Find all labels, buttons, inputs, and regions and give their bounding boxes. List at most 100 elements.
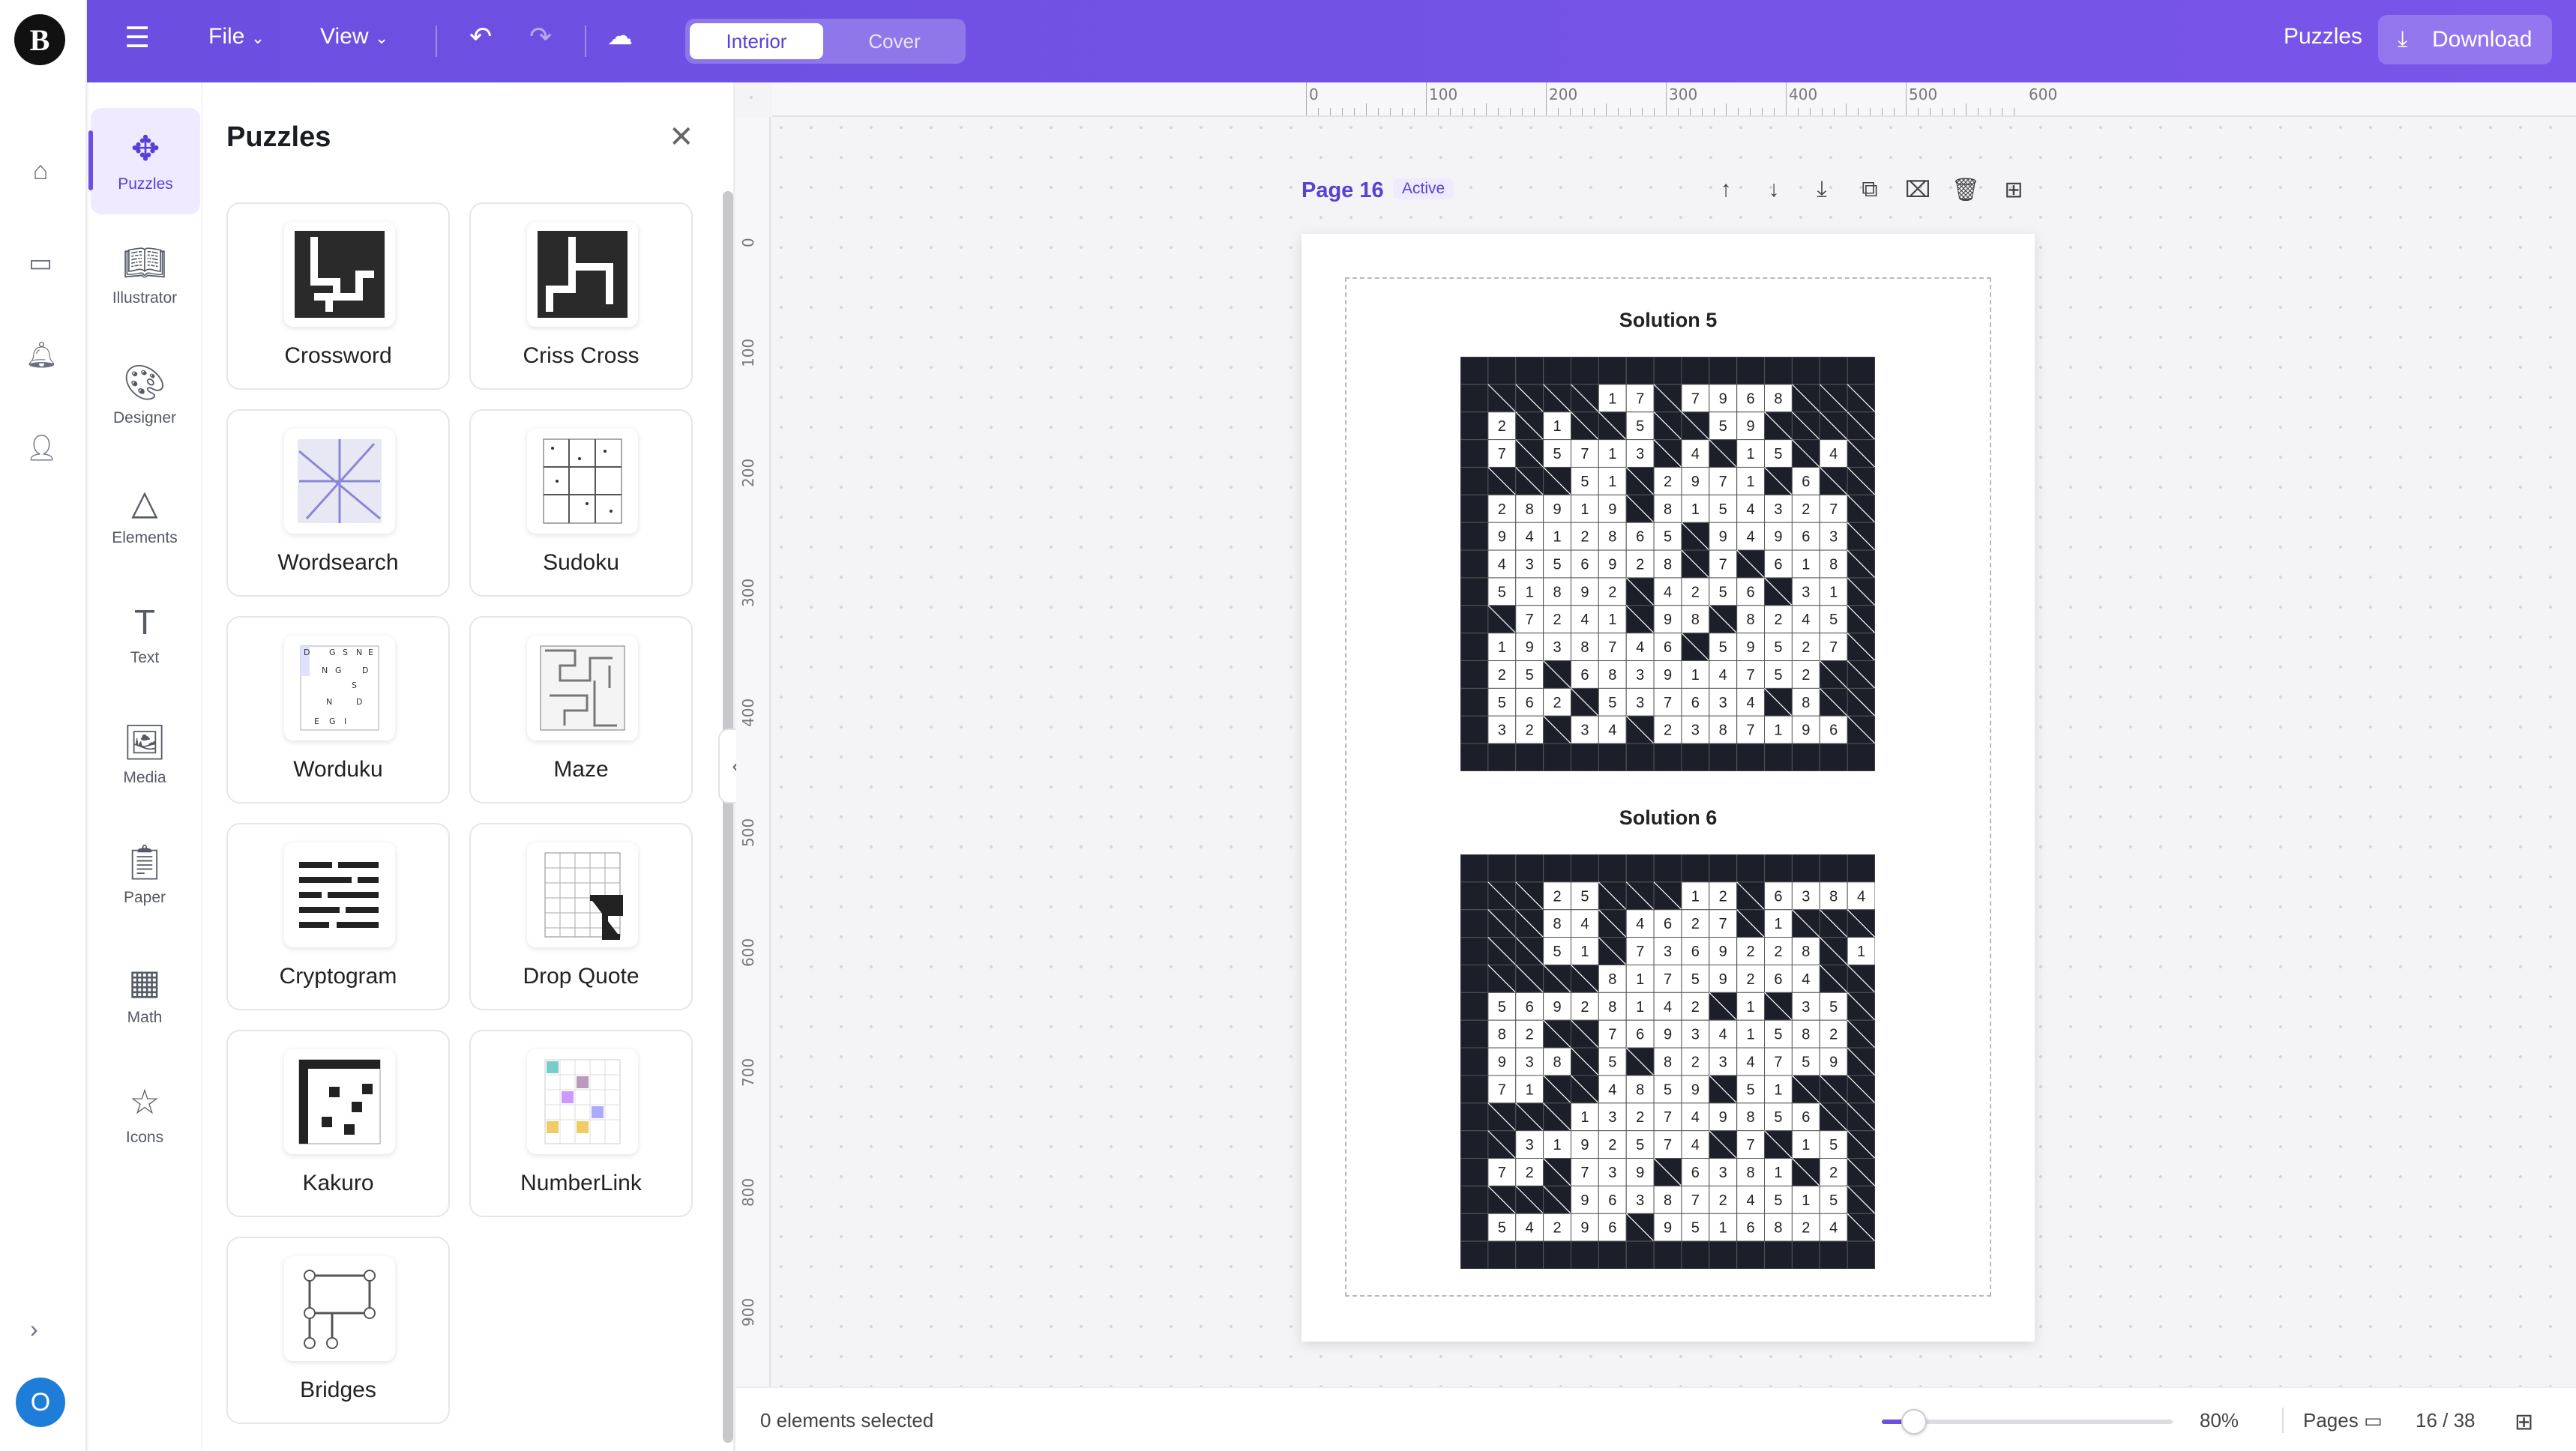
answer-digit: 1 (1747, 999, 1755, 1016)
answer-digit: 1 (1526, 584, 1534, 600)
move-down-icon[interactable]: ↓ (1759, 177, 1789, 202)
puzzle-card-worduku[interactable]: DGSNENGDSNDEGI Worduku (226, 616, 450, 803)
trash-icon[interactable]: 🗑︎ (1951, 177, 1981, 203)
nav-item-paper[interactable]: 📋︎ Paper (88, 841, 201, 907)
answer-digit: 1 (1636, 999, 1644, 1016)
calculator-icon: ▦ (128, 962, 161, 1001)
kakuro-solution-grid[interactable]: 1 7 7 9 6 8 2 1 5 5 9 7 5 7 1 3 4 1 5 4 5 1 2 9 7 1 6 2 8 9 1 9 8 1 5 4 3 2 7 9… (1460, 357, 1875, 771)
ruler-tick (1798, 108, 1799, 115)
puzzle-card-maze[interactable]: Maze (469, 616, 693, 803)
answer-digit: 8 (1553, 916, 1561, 932)
svg-text:E: E (314, 717, 319, 726)
undo-icon[interactable]: ↶ (469, 21, 492, 52)
nav-item-icons[interactable]: ☆ Icons (88, 1081, 201, 1147)
app-logo[interactable]: B (14, 14, 65, 65)
menu-icon[interactable]: ☰ (124, 21, 150, 55)
kakuro-solution-grid[interactable]: 2 5 1 2 6 3 8 48 4 4 6 2 7 15 1 7 3 6 9 2 2 8 18 1 7 5 9 2 6 45 6 9 2 8 1 4… (1460, 854, 1875, 1269)
answer-digit: 1 (1719, 1220, 1727, 1237)
answer-digit: 7 (1608, 639, 1616, 656)
clue-cell (1487, 743, 1517, 771)
nav-item-media[interactable]: 🖼︎ Media (88, 721, 201, 787)
answer-digit: 9 (1691, 474, 1700, 490)
answer-digit: 9 (1829, 1055, 1838, 1071)
answer-digit: 1 (1747, 446, 1755, 462)
numberlink-thumbnail (527, 1049, 638, 1154)
view-menu[interactable]: View ⌄ (320, 24, 388, 49)
user-icon[interactable]: 👤︎ (25, 433, 58, 463)
add-page-icon[interactable]: ⊞ (1999, 177, 2029, 203)
answer-digit: 8 (1829, 557, 1838, 573)
download-button[interactable]: ⤓ Download (2378, 15, 2552, 64)
answer-digit: 9 (1580, 1192, 1589, 1209)
clue-cell (1847, 1240, 1875, 1269)
cloud-save-icon[interactable]: ☁ (607, 21, 633, 51)
download-page-icon[interactable]: ⤓ (1807, 177, 1837, 202)
clue-cell (1653, 854, 1682, 883)
answer-digit: 5 (1608, 695, 1616, 711)
nav-item-designer[interactable]: 🎨︎ Designer (88, 361, 201, 427)
duplicate-icon[interactable]: ⧉ (1855, 177, 1885, 202)
file-menu[interactable]: File ⌄ (208, 24, 265, 49)
answer-digit: 6 (1774, 888, 1782, 905)
answer-digit: 7 (1829, 501, 1838, 518)
ruler-tick (1462, 108, 1463, 115)
puzzle-card-wordsearch[interactable]: Wordsearch (226, 409, 450, 597)
move-up-icon[interactable]: ↑ (1711, 177, 1741, 202)
clue-cell (1460, 992, 1489, 1021)
paint-roller-icon[interactable]: ⌧ (1903, 177, 1933, 203)
grid-view-icon[interactable]: ⊞ (2515, 1409, 2533, 1435)
puzzle-card-kakuro[interactable]: Kakuro (226, 1030, 450, 1217)
puzzle-card-drop-quote[interactable]: Drop Quote (469, 823, 693, 1010)
answer-digit: 4 (1747, 1192, 1755, 1209)
puzzle-card-bridges[interactable]: Bridges (226, 1237, 450, 1424)
puzzle-card-cryptogram[interactable]: Cryptogram (226, 823, 450, 1010)
answer-digit: 3 (1636, 667, 1644, 684)
answer-digit: 2 (1498, 667, 1506, 684)
redo-icon[interactable]: ↷ (529, 21, 552, 52)
expand-rail-icon[interactable]: › (30, 1315, 38, 1343)
answer-digit: 3 (1608, 1109, 1616, 1126)
answer-digit: 2 (1526, 1027, 1534, 1043)
home-icon[interactable]: ⌂ (25, 156, 55, 186)
clue-cell (1625, 357, 1655, 385)
answer-digit: 1 (1774, 723, 1782, 739)
nav-item-illustrator[interactable]: 📖︎ Illustrator (88, 241, 201, 307)
answer-digit: 7 (1498, 1165, 1506, 1181)
panel-scrollbar[interactable] (723, 191, 733, 1443)
puzzle-card-sudoku[interactable]: Sudoku (469, 409, 693, 597)
zoom-level[interactable]: 80% (2200, 1409, 2239, 1432)
puzzle-card-numberlink[interactable]: NumberLink (469, 1030, 693, 1217)
close-icon[interactable]: ✕ (669, 120, 694, 154)
puzzle-card-criss-cross[interactable]: Criss Cross (469, 202, 693, 390)
nav-item-puzzles[interactable]: ✥ Puzzles (88, 108, 200, 214)
answer-digit: 5 (1719, 418, 1727, 435)
divider (585, 25, 586, 57)
nav-item-math[interactable]: ▦ Math (88, 961, 201, 1027)
top-bar: ☰ File ⌄ View ⌄ ↶ ↷ ☁ Interior Cover Puz… (87, 0, 2576, 82)
nav-item-elements[interactable]: △ Elements (88, 481, 201, 547)
tab-interior[interactable]: Interior (690, 23, 823, 59)
sudoku-thumbnail (527, 429, 638, 534)
crossword-thumbnail (284, 222, 395, 327)
page-16[interactable]: Solution 5 1 7 7 9 6 8 2 1 5 5 9 7 5 7 1 3 4 1 5 4 5 1 2 9 7 1 6 2 8… (1301, 234, 2035, 1342)
zoom-slider-thumb[interactable] (1901, 1409, 1927, 1435)
clue-cell (1460, 411, 1489, 441)
puzzles-link[interactable]: Puzzles (2284, 24, 2362, 49)
bell-icon[interactable]: 🔔︎ (25, 340, 58, 370)
answer-digit: 8 (1498, 1027, 1506, 1043)
answer-digit: 5 (1580, 474, 1589, 490)
clue-cell (1625, 854, 1655, 883)
tab-cover[interactable]: Cover (828, 23, 961, 59)
answer-digit: 1 (1608, 446, 1616, 462)
avatar[interactable]: O (16, 1378, 65, 1427)
puzzle-card-crossword[interactable]: Crossword (226, 202, 450, 390)
answer-digit: 2 (1691, 584, 1700, 600)
answer-digit: 5 (1498, 999, 1506, 1016)
answer-digit: 2 (1498, 501, 1506, 518)
pages-button[interactable]: Pages ▭ (2303, 1409, 2383, 1432)
nav-item-text[interactable]: T Text (88, 601, 201, 667)
ruler-tick (1438, 108, 1439, 115)
answer-digit: 8 (1829, 888, 1838, 905)
folder-icon[interactable]: ▭ (25, 248, 55, 278)
zoom-slider[interactable] (1882, 1409, 2173, 1435)
